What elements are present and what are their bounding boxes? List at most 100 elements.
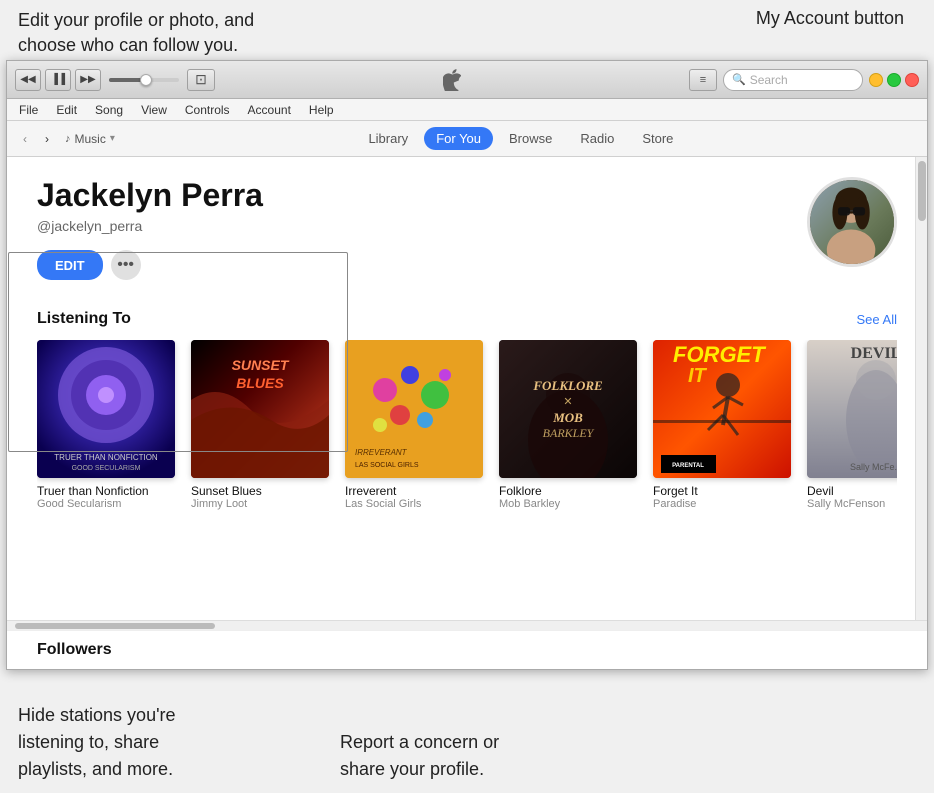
svg-text:TRUER THAN NONFICTION: TRUER THAN NONFICTION — [54, 453, 158, 462]
album-title-truer: Truer than Nonfiction — [37, 484, 175, 498]
profile-buttons: EDIT ••• — [37, 250, 807, 280]
album-cover-sunset: SUNSET BLUES — [191, 340, 329, 478]
nav-tabs: Library For You Browse Radio Store — [123, 127, 919, 150]
horizontal-scrollbar[interactable] — [7, 620, 927, 630]
nav-source: ♪ Music ▾ — [65, 132, 115, 146]
menu-account[interactable]: Account — [240, 101, 299, 119]
forward-button[interactable]: ▶▶ — [75, 69, 101, 91]
svg-text:LAS SOCIAL GIRLS: LAS SOCIAL GIRLS — [355, 462, 419, 469]
avatar — [807, 177, 897, 267]
album-item-sunset[interactable]: SUNSET BLUES Sunset Blues Jimmy Loot — [191, 340, 329, 510]
svg-text:✕: ✕ — [563, 396, 572, 408]
tab-radio[interactable]: Radio — [568, 127, 626, 150]
svg-text:FORGET: FORGET — [673, 342, 766, 367]
album-cover-irreverent: IRREVERANT LAS SOCIAL GIRLS — [345, 340, 483, 478]
album-cover-truer: TRUER THAN NONFICTION GOOD SECULARISM — [37, 340, 175, 478]
album-artist-folklore: Mob Barkley — [499, 498, 637, 510]
profile-handle: @jackelyn_perra — [37, 218, 807, 234]
album-title-sunset: Sunset Blues — [191, 484, 329, 498]
svg-text:IRREVERANT: IRREVERANT — [355, 448, 408, 457]
menu-controls[interactable]: Controls — [177, 101, 238, 119]
svg-text:Sally McFe...: Sally McFe... — [850, 462, 897, 472]
title-bar: ◀◀ ▐▐ ▶▶ ⊡ ≡ 🔍 Search – + × — [7, 61, 927, 99]
h-scrollbar-thumb[interactable] — [15, 623, 215, 629]
back-arrow[interactable]: ‹ — [15, 129, 35, 149]
top-left-annotation: Edit your profile or photo, andchoose wh… — [18, 8, 254, 58]
see-all-link[interactable]: See All — [857, 312, 897, 327]
nav-bar: ‹ › ♪ Music ▾ Library For You Browse Rad… — [7, 121, 927, 157]
svg-text:SUNSET: SUNSET — [232, 357, 290, 373]
section-title: Listening To — [37, 310, 131, 328]
tab-library[interactable]: Library — [356, 127, 420, 150]
profile-name: Jackelyn Perra — [37, 177, 807, 214]
top-right-annotation: My Account button — [756, 8, 904, 29]
followers-title: Followers — [37, 641, 897, 659]
svg-text:MOB: MOB — [552, 410, 583, 425]
vertical-scrollbar[interactable] — [915, 157, 927, 620]
content-area: Jackelyn Perra @jackelyn_perra EDIT ••• — [7, 157, 927, 669]
svg-text:IT: IT — [688, 365, 708, 387]
album-artist-truer: Good Secularism — [37, 498, 175, 510]
menu-file[interactable]: File — [11, 101, 46, 119]
svg-text:DEVIL: DEVIL — [851, 345, 897, 362]
profile-info: Jackelyn Perra @jackelyn_perra EDIT ••• — [37, 177, 807, 280]
forward-arrow[interactable]: › — [37, 129, 57, 149]
menu-view[interactable]: View — [133, 101, 175, 119]
search-icon: 🔍 — [732, 73, 746, 86]
nav-source-label: Music — [75, 132, 106, 146]
bottom-right-annotation: Report a concern orshare your profile. — [340, 729, 620, 783]
search-box[interactable]: 🔍 Search — [723, 69, 863, 91]
album-item-devil[interactable]: DEVIL Sally McFe... Devil Sally McFenson — [807, 340, 897, 510]
profile-section: Jackelyn Perra @jackelyn_perra EDIT ••• — [7, 157, 927, 300]
maximize-button[interactable]: + — [887, 73, 901, 87]
svg-text:BARKLEY: BARKLEY — [543, 426, 595, 440]
section-header: Listening To See All — [37, 310, 897, 328]
more-button[interactable]: ••• — [111, 250, 141, 280]
album-title-forget: Forget It — [653, 484, 791, 498]
menu-edit[interactable]: Edit — [48, 101, 85, 119]
menu-help[interactable]: Help — [301, 101, 342, 119]
nav-source-arrow-icon: ▾ — [110, 133, 115, 144]
edit-button[interactable]: EDIT — [37, 250, 103, 280]
album-item-irreverent[interactable]: IRREVERANT LAS SOCIAL GIRLS Irreverent L… — [345, 340, 483, 510]
music-note-icon: ♪ — [65, 133, 71, 145]
album-item-folklore[interactable]: FOLKLORE ✕ MOB BARKLEY Folklore Mob Bark… — [499, 340, 637, 510]
svg-text:FOLKLORE: FOLKLORE — [532, 378, 603, 393]
transport-controls: ◀◀ ▐▐ ▶▶ ⊡ — [15, 69, 215, 91]
search-placeholder: Search — [750, 73, 788, 87]
album-artist-forget: Paradise — [653, 498, 791, 510]
followers-section: Followers — [7, 630, 927, 669]
listening-section: Listening To See All — [7, 300, 927, 510]
window-controls-right: ≡ 🔍 Search – + × — [689, 69, 919, 91]
album-artist-irreverent: Las Social Girls — [345, 498, 483, 510]
list-view-button[interactable]: ≡ — [689, 69, 717, 91]
close-button[interactable]: × — [905, 73, 919, 87]
nav-arrows: ‹ › — [15, 129, 57, 149]
album-title-irreverent: Irreverent — [345, 484, 483, 498]
album-artist-sunset: Jimmy Loot — [191, 498, 329, 510]
apple-logo — [221, 69, 683, 91]
menu-song[interactable]: Song — [87, 101, 131, 119]
album-item-forget[interactable]: FORGET IT PARENTAL Forget It Paradise — [653, 340, 791, 510]
bottom-left-annotation: Hide stations you'relistening to, sharep… — [18, 702, 318, 783]
svg-text:PARENTAL: PARENTAL — [672, 463, 704, 469]
airplay-button[interactable]: ⊡ — [187, 69, 215, 91]
volume-slider[interactable] — [109, 78, 179, 82]
svg-text:GOOD SECULARISM: GOOD SECULARISM — [72, 465, 141, 472]
minimize-button[interactable]: – — [869, 73, 883, 87]
album-title-devil: Devil — [807, 484, 897, 498]
album-title-folklore: Folklore — [499, 484, 637, 498]
albums-row: TRUER THAN NONFICTION GOOD SECULARISM Tr… — [37, 340, 897, 510]
album-cover-forget: FORGET IT PARENTAL — [653, 340, 791, 478]
tab-browse[interactable]: Browse — [497, 127, 564, 150]
album-cover-folklore: FOLKLORE ✕ MOB BARKLEY — [499, 340, 637, 478]
pause-button[interactable]: ▐▐ — [45, 69, 71, 91]
window-buttons: – + × — [869, 73, 919, 87]
menu-bar: File Edit Song View Controls Account Hel… — [7, 99, 927, 121]
back-button[interactable]: ◀◀ — [15, 69, 41, 91]
album-item-truer[interactable]: TRUER THAN NONFICTION GOOD SECULARISM Tr… — [37, 340, 175, 510]
tab-store[interactable]: Store — [630, 127, 685, 150]
tab-for-you[interactable]: For You — [424, 127, 493, 150]
svg-text:BLUES: BLUES — [236, 375, 284, 391]
album-cover-devil: DEVIL Sally McFe... — [807, 340, 897, 478]
